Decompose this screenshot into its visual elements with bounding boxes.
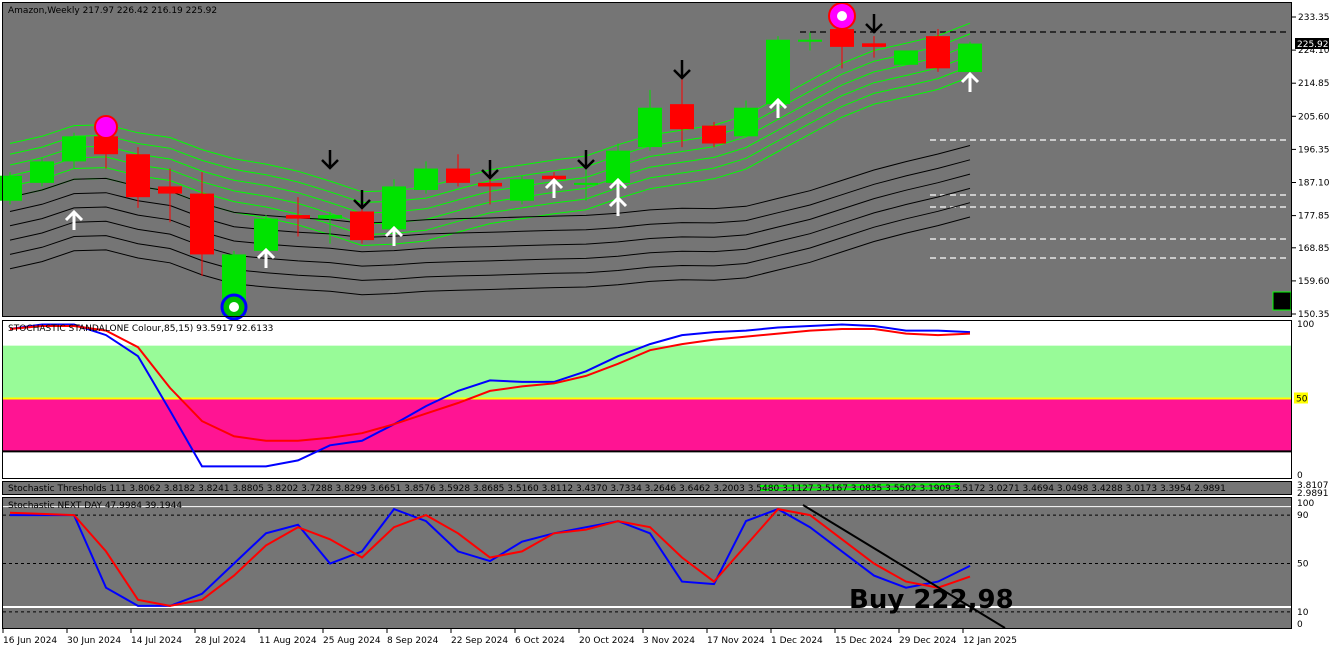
green-square-marker <box>1272 291 1292 311</box>
price-tick-label-3: 205.60 <box>1298 112 1330 122</box>
candle-body-3 <box>94 136 118 155</box>
buy-annotation: Buy 222,98 <box>849 585 1014 615</box>
candle-body-16 <box>510 179 534 201</box>
candle-body-2 <box>62 136 86 162</box>
date-label-3: 28 Jul 2024 <box>195 636 246 646</box>
stochastic-thresholds-header: Stochastic Thresholds 111 3.8062 3.8182 … <box>8 484 1226 494</box>
date-label-5: 25 Aug 2024 <box>323 636 381 646</box>
date-label-7: 22 Sep 2024 <box>451 636 508 646</box>
stoch2-tick-3: 10 <box>1297 608 1309 618</box>
trading-chart[interactable]: Amazon,Weekly 217.97 226.42 216.19 225.9… <box>0 0 1334 651</box>
stochastic-next-day-pane[interactable] <box>2 497 1292 628</box>
date-label-11: 17 Nov 2024 <box>707 636 765 646</box>
date-label-12: 1 Dec 2024 <box>771 636 823 646</box>
date-label-2: 14 Jul 2024 <box>131 636 182 646</box>
price-tick-label-4: 196.35 <box>1298 145 1330 155</box>
candle-body-12 <box>382 186 406 230</box>
price-tick-label-0: 233.35 <box>1298 13 1330 23</box>
price-tick-label-7: 168.85 <box>1298 244 1330 254</box>
date-label-0: 16 Jun 2024 <box>3 636 57 646</box>
date-label-13: 15 Dec 2024 <box>835 636 893 646</box>
candle-body-29 <box>926 36 950 69</box>
candle-body-22 <box>702 125 726 144</box>
candle-body-25 <box>798 39 822 42</box>
price-pane[interactable] <box>2 2 1292 316</box>
overbought-zone <box>3 345 1291 399</box>
price-tick-label-9: 150.35 <box>1298 310 1330 320</box>
candle-body-30 <box>958 43 982 73</box>
stochastic-standalone-header: STOCHASTIC STANDALONE Colour,85,15) 93.5… <box>8 324 273 334</box>
bottom-signal-circle-center <box>229 302 239 312</box>
candle-body-10 <box>318 215 342 219</box>
date-label-14: 29 Dec 2024 <box>899 636 957 646</box>
candle-body-1 <box>30 161 54 183</box>
candle-body-9 <box>286 215 310 219</box>
chart-window: Amazon,Weekly 217.97 226.42 216.19 225.9… <box>0 0 1334 651</box>
stoch2-tick-2: 50 <box>1297 560 1309 570</box>
candle-body-0 <box>0 175 22 201</box>
candle-body-21 <box>670 104 694 130</box>
oversold-zone <box>3 398 1291 452</box>
stoch2-tick-1: 90 <box>1297 511 1309 521</box>
stoch2-tick-0: 100 <box>1297 499 1314 509</box>
candle-body-23 <box>734 107 758 137</box>
candle-body-28 <box>894 50 918 65</box>
midline-badge-label: 50 <box>1296 395 1308 405</box>
date-label-6: 8 Sep 2024 <box>387 636 439 646</box>
top-signal-circle-center <box>837 11 847 21</box>
stoch1-tick-0: 100 <box>1297 320 1314 330</box>
date-label-4: 11 Aug 2024 <box>259 636 317 646</box>
candle-body-27 <box>862 43 886 47</box>
date-label-9: 20 Oct 2024 <box>579 636 635 646</box>
price-tick-label-8: 159.60 <box>1298 277 1330 287</box>
stoch1-tick-2: 0 <box>1297 471 1303 481</box>
candle-body-14 <box>446 168 470 183</box>
sell-signal-circle-marker <box>94 115 118 139</box>
current-price-label: 225.92 <box>1297 40 1329 50</box>
candle-body-13 <box>414 168 438 191</box>
stochastic-next-day-header: Stochastic NEXT DAY 47.9984 39.1944 <box>8 501 182 511</box>
date-label-15: 12 Jan 2025 <box>963 636 1017 646</box>
date-label-8: 6 Oct 2024 <box>515 636 565 646</box>
candle-body-11 <box>350 211 374 241</box>
thresholds-tick-bottom: 2.9891 <box>1297 489 1329 499</box>
date-label-1: 30 Jun 2024 <box>67 636 121 646</box>
candle-body-5 <box>158 186 182 194</box>
candle-body-6 <box>190 193 214 255</box>
candle-body-18 <box>574 182 598 185</box>
candle-body-26 <box>830 28 854 47</box>
candle-body-24 <box>766 39 790 105</box>
stoch2-tick-4: 0 <box>1297 620 1303 630</box>
price-tick-label-6: 177.85 <box>1298 212 1330 222</box>
candle-body-20 <box>638 107 662 148</box>
price-tick-label-2: 214.85 <box>1298 79 1330 89</box>
price-tick-label-5: 187.10 <box>1298 178 1330 188</box>
price-pane-header: Amazon,Weekly 217.97 226.42 216.19 225.9… <box>8 6 217 16</box>
date-label-10: 3 Nov 2024 <box>643 636 695 646</box>
candle-body-4 <box>126 154 150 198</box>
candle-body-8 <box>254 218 278 251</box>
candle-body-15 <box>478 182 502 187</box>
